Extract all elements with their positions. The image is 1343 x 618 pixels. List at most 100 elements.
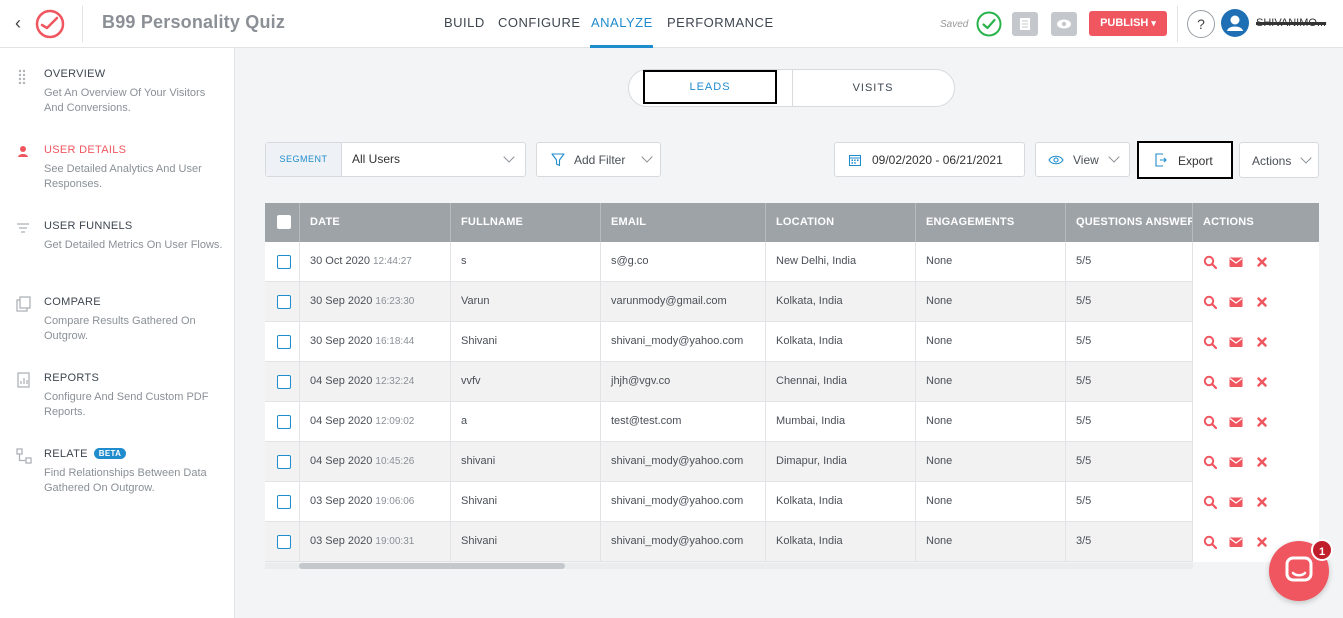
row-checkbox[interactable]	[277, 375, 291, 389]
date-value: 04 Sep 2020	[310, 415, 373, 427]
view-dropdown[interactable]: View	[1035, 142, 1130, 177]
cell-select	[265, 242, 300, 282]
cell-email: jhjh@vgv.co	[601, 362, 766, 402]
close-icon[interactable]	[1255, 415, 1269, 429]
select-all-checkbox[interactable]	[277, 215, 291, 229]
close-icon[interactable]	[1255, 455, 1269, 469]
mail-icon[interactable]	[1229, 295, 1243, 309]
page-title: B99 Personality Quiz	[102, 12, 286, 32]
search-icon[interactable]	[1203, 415, 1217, 429]
divider	[792, 70, 793, 106]
help-button[interactable]: ?	[1187, 10, 1215, 38]
preview-button[interactable]	[1051, 12, 1077, 36]
column-header-questions[interactable]: QUESTIONS ANSWERED	[1066, 203, 1193, 242]
search-icon[interactable]	[1203, 375, 1217, 389]
grid-dots-icon	[18, 69, 26, 84]
sidebar-item-overview[interactable]: OVERVIEW Get An Overview Of Your Visitor…	[0, 68, 235, 128]
cell-engagements: None	[916, 522, 1066, 562]
sidebar-item-reports[interactable]: REPORTS Configure And Send Custom PDF Re…	[0, 372, 235, 432]
search-icon[interactable]	[1203, 295, 1217, 309]
cell-date: 30 Sep 2020 16:18:44	[300, 322, 451, 362]
chevron-down-icon	[503, 151, 515, 163]
calendar-icon	[849, 155, 861, 166]
close-icon[interactable]	[1255, 335, 1269, 349]
tab-leads[interactable]: LEADS	[643, 70, 777, 104]
column-header-fullname[interactable]: FULLNAME	[451, 203, 601, 242]
cell-date: 04 Sep 2020 10:45:26	[300, 442, 451, 482]
sidebar-item-desc: Compare Results Gathered On Outgrow.	[44, 315, 196, 342]
table-row: 04 Sep 2020 12:09:02 a test@test.com Mumbai,…	[265, 402, 1319, 442]
row-checkbox[interactable]	[277, 455, 291, 469]
column-header-email[interactable]: EMAIL	[601, 203, 766, 242]
sidebar-item-user-details[interactable]: USER DETAILS See Detailed Analytics And …	[0, 144, 235, 204]
search-icon[interactable]	[1203, 495, 1217, 509]
sidebar-item-desc: Configure And Send Custom PDF Reports.	[44, 391, 209, 418]
close-icon[interactable]	[1255, 535, 1269, 549]
sidebar-item-user-funnels[interactable]: USER FUNNELS Get Detailed Metrics On Use…	[0, 220, 235, 280]
avatar[interactable]	[1221, 9, 1249, 37]
user-name[interactable]: SHIVANIMO...	[1256, 17, 1326, 29]
tab-visits[interactable]: VISITS	[794, 70, 952, 106]
date-range-picker[interactable]: 09/02/2020 - 06/21/2021	[834, 142, 1025, 177]
preview-pages-button[interactable]	[1012, 12, 1038, 36]
close-icon[interactable]	[1255, 255, 1269, 269]
cell-select	[265, 482, 300, 522]
add-filter-button[interactable]: Add Filter	[536, 142, 661, 177]
mail-icon[interactable]	[1229, 535, 1243, 549]
row-checkbox[interactable]	[277, 495, 291, 509]
mail-icon[interactable]	[1229, 375, 1243, 389]
time-value: 19:00:31	[375, 536, 415, 547]
mail-icon[interactable]	[1229, 415, 1243, 429]
row-checkbox[interactable]	[277, 335, 291, 349]
sidebar-item-title: USER DETAILS	[44, 144, 127, 156]
table-row: 04 Sep 2020 10:45:26 shivani shivani_mody@y…	[265, 442, 1319, 482]
mail-icon[interactable]	[1229, 495, 1243, 509]
close-icon[interactable]	[1255, 495, 1269, 509]
table-row: 03 Sep 2020 19:06:06 Shivani shivani_mody@y…	[265, 482, 1319, 522]
cell-fullname: shivani	[451, 442, 601, 482]
mail-icon[interactable]	[1229, 455, 1243, 469]
segment-select[interactable]: SEGMENT All Users	[265, 142, 526, 177]
row-checkbox[interactable]	[277, 535, 291, 549]
horizontal-scrollbar-thumb[interactable]	[299, 563, 565, 569]
actions-label: Actions	[1252, 154, 1292, 168]
export-label: Export	[1178, 154, 1213, 168]
export-icon	[1155, 153, 1167, 167]
search-icon[interactable]	[1203, 535, 1217, 549]
tab-performance[interactable]: PERFORMANCE	[667, 15, 774, 30]
mail-icon[interactable]	[1229, 255, 1243, 269]
sidebar-item-relate[interactable]: RELATE BETA Find Relationships Between Da…	[0, 448, 235, 508]
actions-dropdown[interactable]: Actions	[1239, 142, 1319, 178]
close-icon[interactable]	[1255, 295, 1269, 309]
sidebar-item-desc: Get An Overview Of Your Visitors And Con…	[44, 87, 206, 114]
cell-select	[265, 442, 300, 482]
export-button[interactable]: Export	[1137, 141, 1233, 179]
table-row: 03 Sep 2020 19:00:31 Shivani shivani_mody@y…	[265, 522, 1319, 562]
sidebar-item-compare[interactable]: COMPARE Compare Results Gathered On Outg…	[0, 296, 235, 356]
row-checkbox[interactable]	[277, 295, 291, 309]
search-icon[interactable]	[1203, 455, 1217, 469]
table-header: DATE FULLNAME EMAIL LOCATION ENGAGEMENTS…	[265, 203, 1319, 242]
segment-label: SEGMENT	[266, 143, 342, 176]
tab-analyze[interactable]: ANALYZE	[591, 15, 653, 30]
close-icon[interactable]	[1255, 375, 1269, 389]
search-icon[interactable]	[1203, 335, 1217, 349]
cell-engagements: None	[916, 402, 1066, 442]
sidebar-item-desc: Get Detailed Metrics On User Flows.	[44, 239, 223, 251]
column-header-location[interactable]: LOCATION	[766, 203, 916, 242]
row-checkbox[interactable]	[277, 415, 291, 429]
column-header-engagements[interactable]: ENGAGEMENTS	[916, 203, 1066, 242]
publish-button[interactable]: PUBLISH ▾	[1089, 11, 1167, 36]
sidebar-item-title: USER FUNNELS	[44, 220, 133, 232]
search-icon[interactable]	[1203, 255, 1217, 269]
mail-icon[interactable]	[1229, 335, 1243, 349]
user-icon	[18, 146, 28, 157]
segment-value: All Users	[352, 152, 401, 166]
chevron-left-icon[interactable]: ‹	[8, 12, 28, 34]
outgrow-logo-icon[interactable]	[34, 8, 66, 40]
column-header-date[interactable]: DATE	[300, 203, 451, 242]
tab-configure[interactable]: CONFIGURE	[498, 15, 581, 30]
cell-engagements: None	[916, 282, 1066, 322]
row-checkbox[interactable]	[277, 255, 291, 269]
tab-build[interactable]: BUILD	[444, 15, 485, 30]
